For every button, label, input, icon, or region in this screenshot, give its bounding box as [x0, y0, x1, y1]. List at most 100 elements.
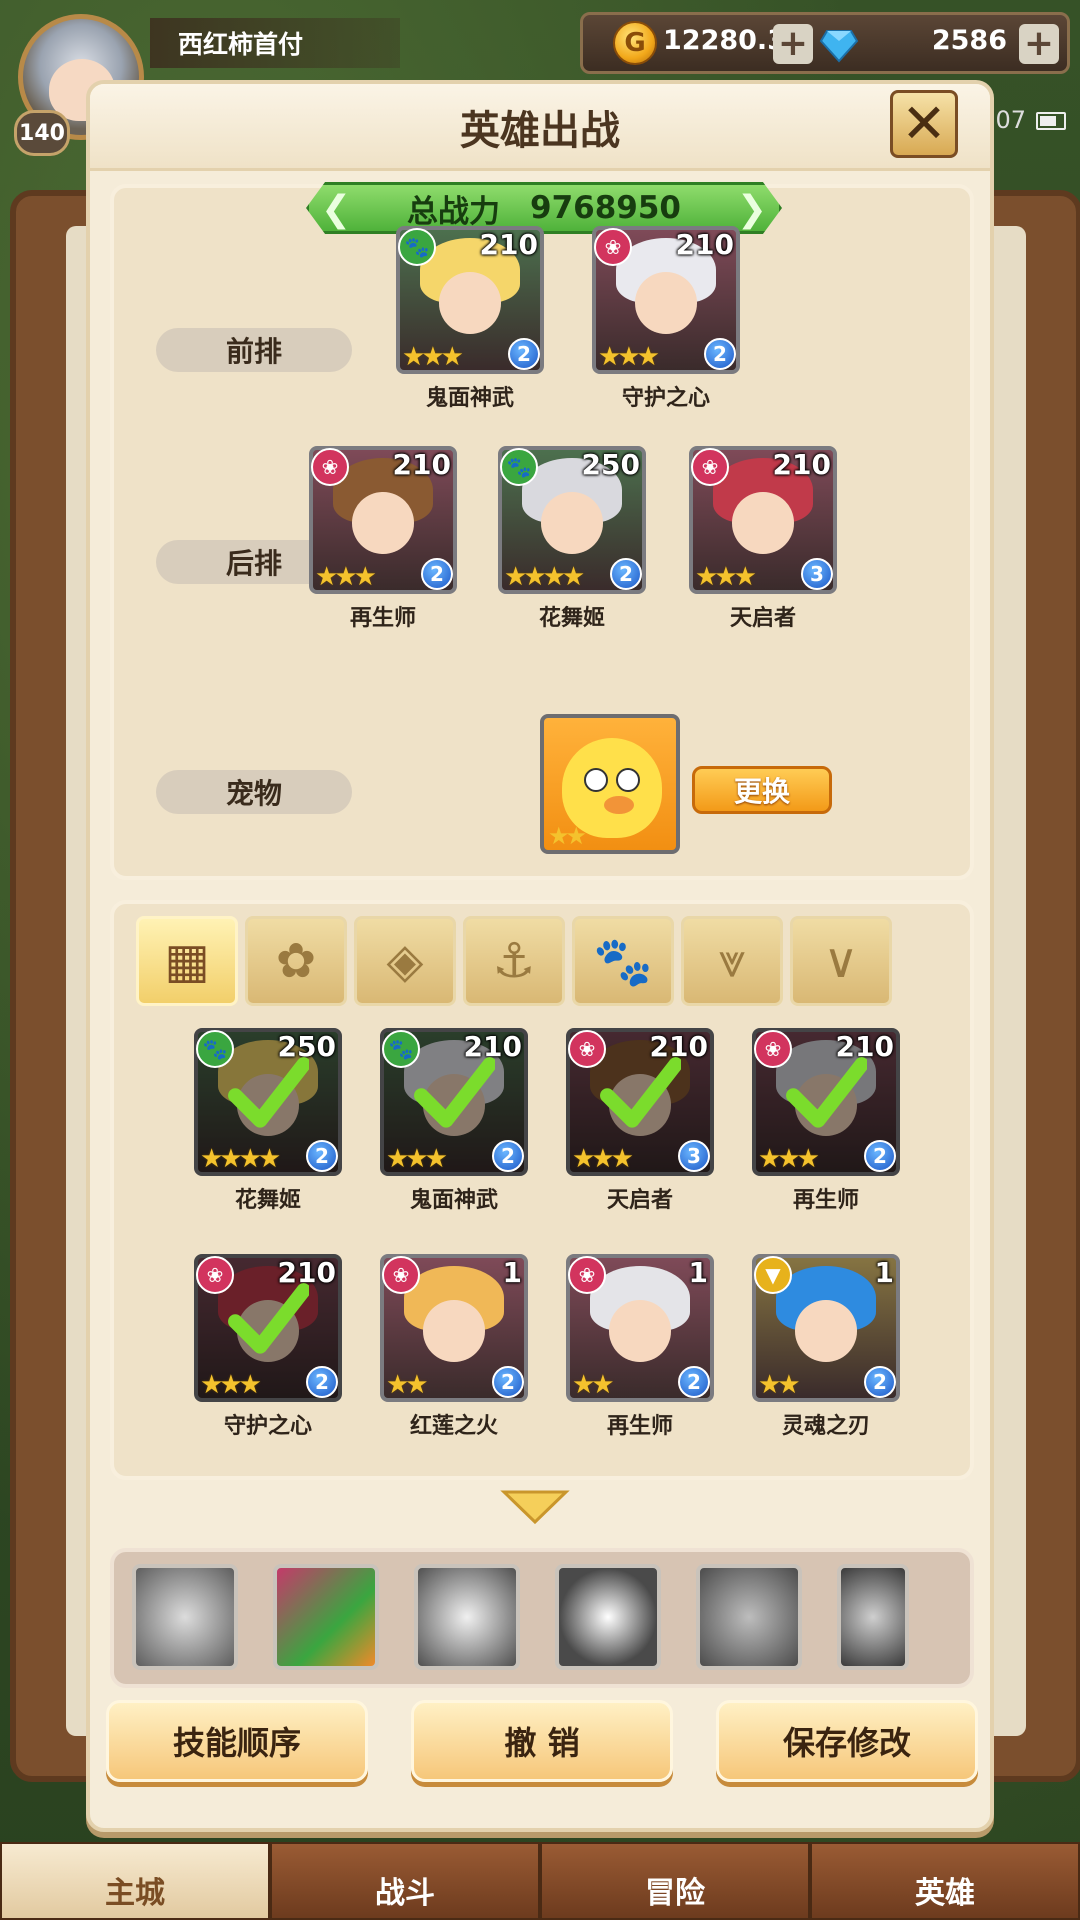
resource-bar: G 12280.3K + 2586 +	[580, 12, 1070, 74]
back-hero-card[interactable]: 🐾 250 ★★★★ 2	[498, 446, 646, 594]
roster-hero-name: 再生师	[792, 1188, 859, 1213]
battery-icon	[1036, 112, 1066, 130]
expand-arrow-icon[interactable]	[500, 1488, 570, 1526]
hero-stars: ★★★	[315, 562, 377, 592]
save-button[interactable]: 保存修改	[716, 1700, 978, 1782]
wing-icon: ∨	[823, 933, 859, 989]
roster-hero-card[interactable]: ❀ 1 ★★ 2	[380, 1254, 528, 1402]
hero-stars: ★★★	[200, 1370, 262, 1400]
wing-element-icon: ▼	[754, 1256, 792, 1294]
hero-rank-badge: 2	[306, 1366, 338, 1398]
heart-shield-icon[interactable]	[132, 1564, 238, 1670]
roster-hero-card[interactable]: ❀ 210 ★★★ 2	[752, 1028, 900, 1176]
roster-hero-name: 再生师	[606, 1414, 673, 1439]
nav-tab-hero[interactable]: 英雄	[810, 1842, 1080, 1920]
hero-stars: ★★★	[695, 562, 757, 592]
skill-order-button[interactable]: 技能顺序	[106, 1700, 368, 1782]
dialog-header: 英雄出战 ✕	[90, 84, 990, 171]
gem-value: 2586	[931, 25, 1007, 56]
crest-shield-icon[interactable]	[696, 1564, 802, 1670]
hero-level: 210	[772, 448, 831, 481]
filter-tab-lotus-icon[interactable]: ✿	[245, 916, 347, 1006]
diamond-icon: ◈	[386, 933, 424, 989]
hero-stars: ★★★	[402, 342, 464, 372]
roster-hero-card[interactable]: ❀ 210 ★★★ 2	[194, 1254, 342, 1402]
check-icon	[227, 1282, 310, 1354]
hero-stars: ★★★★	[504, 562, 585, 592]
back-hero-card[interactable]: ❀ 210 ★★★ 3	[689, 446, 837, 594]
player-name: 西红柿首付	[150, 18, 400, 68]
hero-deploy-dialog: 英雄出战 ✕ ❮ 总战力 9768950 ❯ 前排 后排 宠物 ★★ 更换 技能…	[86, 80, 994, 1832]
gold-coin-icon: G	[613, 21, 657, 65]
back-hero-name: 再生师	[349, 606, 416, 631]
player-level: 140	[14, 110, 70, 156]
pet-stars: ★★	[548, 822, 587, 850]
add-gem-button[interactable]: +	[1019, 24, 1059, 64]
hero-rank-badge: 2	[610, 558, 642, 590]
back-hero-name: 花舞姬	[538, 606, 605, 631]
beast-element-icon: 🐾	[398, 228, 436, 266]
roster-hero-card[interactable]: 🐾 210 ★★★ 2	[380, 1028, 528, 1176]
pet-row-label: 宠物	[156, 770, 352, 814]
dialog-title: 英雄出战	[460, 108, 620, 154]
hero-level: 1	[688, 1256, 708, 1289]
beast-icon: 🐾	[593, 933, 653, 990]
front-hero-card[interactable]: ❀ 210 ★★★ 2	[592, 226, 740, 374]
hero-stars: ★★★	[386, 1144, 448, 1174]
add-gold-button[interactable]: +	[773, 24, 813, 64]
nav-tab-adventure[interactable]: 冒险	[540, 1842, 810, 1920]
nav-tab-main-city[interactable]: 主城	[0, 1842, 270, 1920]
hero-rank-badge: 2	[864, 1366, 896, 1398]
front-hero-name: 鬼面神武	[425, 386, 514, 411]
nav-tab-battle[interactable]: 战斗	[270, 1842, 540, 1920]
hero-level: 1	[502, 1256, 522, 1289]
filter-tab-beast-icon[interactable]: 🐾	[572, 916, 674, 1006]
check-icon	[413, 1056, 496, 1128]
hero-level: 210	[675, 228, 734, 261]
winged-blade-icon[interactable]	[414, 1564, 520, 1670]
roster-hero-card[interactable]: ❀ 210 ★★★ 3	[566, 1028, 714, 1176]
filter-tab-anchor-icon[interactable]: ⚓	[463, 916, 565, 1006]
lotus-element-icon: ❀	[311, 448, 349, 486]
roster-hero-card[interactable]: ▼ 1 ★★ 2	[752, 1254, 900, 1402]
lotus-element-icon: ❀	[594, 228, 632, 266]
hero-rank-badge: 3	[801, 558, 833, 590]
cancel-button[interactable]: 撤 销	[411, 1700, 673, 1782]
back-hero-card[interactable]: ❀ 210 ★★★ 2	[309, 446, 457, 594]
pet-slot[interactable]: ★★	[540, 714, 680, 854]
filter-tab-horn-icon[interactable]: ⩔	[681, 916, 783, 1006]
roster-hero-name: 灵魂之刃	[781, 1414, 870, 1439]
roster-hero-card[interactable]: ❀ 1 ★★ 2	[566, 1254, 714, 1402]
close-button[interactable]: ✕	[890, 90, 958, 158]
filter-tab-diamond-icon[interactable]: ◈	[354, 916, 456, 1006]
lotus-element-icon: ❀	[568, 1256, 606, 1294]
filter-tab-wing-icon[interactable]: ∨	[790, 916, 892, 1006]
front-row-label: 前排	[156, 328, 352, 372]
hero-stars: ★★	[386, 1370, 429, 1400]
flame-antler-icon[interactable]	[273, 1564, 379, 1670]
hero-rank-badge: 3	[678, 1140, 710, 1172]
total-power-label: 总战力	[407, 193, 500, 230]
orb-icon[interactable]	[837, 1564, 909, 1670]
check-icon	[785, 1056, 868, 1128]
hero-stars: ★★★★	[200, 1144, 281, 1174]
vortex-icon[interactable]	[555, 1564, 661, 1670]
status-time: 07	[995, 106, 1026, 134]
roster-hero-name: 守护之心	[223, 1414, 312, 1439]
lotus-icon: ✿	[275, 933, 317, 989]
front-hero-card[interactable]: 🐾 210 ★★★ 2	[396, 226, 544, 374]
horn-icon: ⩔	[718, 932, 746, 989]
front-hero-name: 守护之心	[621, 386, 710, 411]
hero-stars: ★★	[572, 1370, 615, 1400]
hero-level: 210	[479, 228, 538, 261]
roster-hero-name: 红莲之火	[409, 1414, 498, 1439]
beast-element-icon: 🐾	[500, 448, 538, 486]
filter-tab-all-icon[interactable]: ▦	[136, 916, 238, 1006]
change-pet-button[interactable]: 更换	[692, 766, 832, 814]
hero-rank-badge: 2	[864, 1140, 896, 1172]
total-power-value: 9768950	[530, 190, 681, 226]
lotus-element-icon: ❀	[382, 1256, 420, 1294]
check-icon	[599, 1056, 682, 1128]
anchor-icon: ⚓	[492, 933, 536, 989]
roster-hero-card[interactable]: 🐾 250 ★★★★ 2	[194, 1028, 342, 1176]
